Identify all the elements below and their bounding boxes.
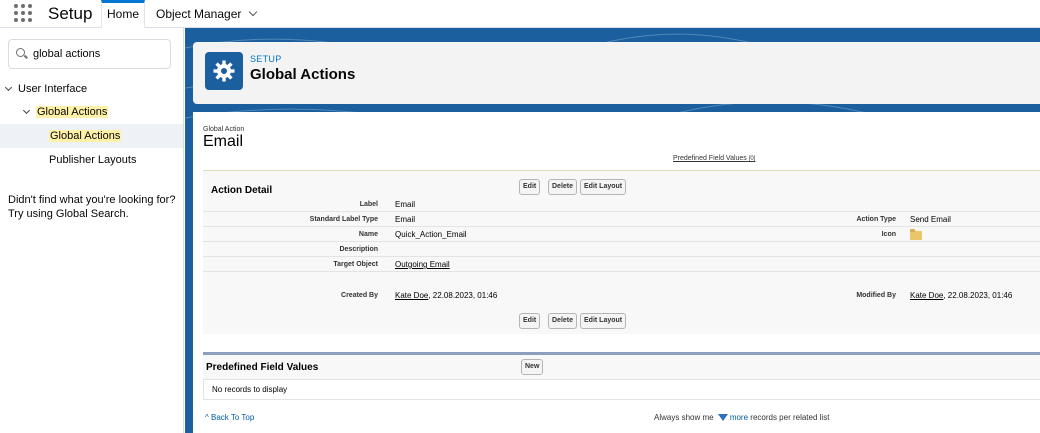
field-label: Description	[339, 246, 378, 253]
field-row-audit: Created By Kate Doe, 22.08.2023, 01:46 M…	[203, 288, 1040, 303]
target-object-link[interactable]: Outgoing Email	[395, 260, 450, 269]
always-suffix: records per related list	[750, 413, 830, 422]
folder-icon	[910, 229, 922, 240]
field-value: Email	[395, 200, 416, 209]
field-row-name: Name Quick_Action_Email Icon	[203, 227, 1040, 242]
quick-find-box[interactable]	[8, 39, 171, 69]
header-eyebrow: SETUP	[250, 54, 282, 64]
field-label: Name	[358, 231, 378, 238]
setup-sidebar: User Interface Global Actions Global Act…	[0, 28, 184, 433]
field-label: Modified By	[856, 292, 896, 299]
field-label: Label	[359, 201, 378, 208]
field-value: Email	[395, 215, 416, 224]
records-per-list-control: Always show me more records per related …	[654, 413, 829, 422]
section-title: Action Detail	[211, 185, 273, 196]
field-row-description: Description	[203, 242, 1040, 257]
created-by-value: Kate Doe, 22.08.2023, 01:46	[395, 291, 497, 300]
field-row-target-object: Target Object Outgoing Email	[203, 257, 1040, 272]
related-list-link[interactable]: Predefined Field Values [0]	[673, 155, 755, 162]
modified-by-user-link[interactable]: Kate Doe	[910, 291, 943, 300]
modified-by-value: Kate Doe, 22.08.2023, 01:46	[910, 291, 1012, 300]
field-label: Standard Label Type	[309, 216, 378, 223]
edit-layout-button[interactable]: Edit Layout	[580, 179, 627, 195]
tab-object-manager[interactable]: Object Manager	[156, 0, 258, 28]
chevron-down-icon[interactable]	[4, 83, 13, 92]
created-date: , 22.08.2023, 01:46	[428, 291, 498, 300]
field-label: Created By	[341, 292, 378, 299]
back-to-top-label: Back To Top	[211, 413, 255, 422]
created-by-user-link[interactable]: Kate Doe	[395, 291, 428, 300]
tree-node-label: Publisher Layouts	[49, 154, 137, 166]
new-button[interactable]: New	[521, 359, 544, 375]
help-text: Didn't find what you're looking for? Try…	[8, 194, 176, 220]
page-header: SETUP Global Actions	[193, 42, 1040, 104]
related-link-label: Predefined Field Values	[673, 155, 747, 162]
app-launcher-icon[interactable]	[14, 4, 32, 22]
always-prefix: Always show me	[654, 413, 714, 422]
record-name: Email	[203, 133, 244, 150]
related-count: [0]	[748, 156, 756, 162]
more-link[interactable]: more	[730, 413, 748, 422]
triangle-down-icon[interactable]	[717, 414, 728, 422]
field-value: Send Email	[910, 215, 951, 224]
tree-node-label: Global Actions	[36, 106, 109, 118]
tab-home[interactable]: Home	[101, 0, 145, 28]
field-label: Icon	[881, 231, 896, 238]
tree-node-global-actions[interactable]: Global Actions	[49, 125, 122, 147]
field-row-standard-label-type: Standard Label Type Email Action Type Se…	[203, 212, 1040, 227]
delete-button[interactable]: Delete	[548, 313, 578, 329]
modified-date: , 22.08.2023, 01:46	[943, 291, 1013, 300]
tree-node-global-actions-folder[interactable]: Global Actions	[22, 101, 109, 123]
chevron-down-icon[interactable]	[249, 7, 258, 17]
search-icon	[16, 48, 25, 57]
tree-node-user-interface[interactable]: User Interface	[4, 78, 88, 100]
global-header: Setup Home Object Manager	[0, 0, 1040, 28]
main-content: SETUP Global Actions Global Action Email…	[185, 28, 1040, 433]
tree-node-label: Global Actions	[49, 130, 122, 142]
related-list-title: Predefined Field Values	[206, 362, 319, 373]
quick-find-input[interactable]	[33, 46, 168, 62]
chevron-down-icon[interactable]	[22, 106, 31, 115]
action-detail-section: Action Detail Edit Delete Edit Layout La…	[203, 170, 1040, 334]
tree-node-publisher-layouts[interactable]: Publisher Layouts	[49, 149, 136, 171]
tree-node-label: User Interface	[18, 83, 88, 95]
app-name: Setup	[48, 4, 93, 23]
field-value: Quick_Action_Email	[395, 230, 467, 239]
record-detail-page: Global Action Email Predefined Field Val…	[193, 112, 1040, 433]
page-title: Global Actions	[250, 66, 356, 83]
tab-object-manager-label: Object Manager	[156, 7, 242, 21]
back-to-top-link[interactable]: ^ Back To Top	[205, 413, 254, 422]
edit-button[interactable]: Edit	[519, 179, 541, 195]
field-label: Action Type	[856, 216, 896, 223]
delete-button[interactable]: Delete	[548, 179, 578, 195]
edit-button[interactable]: Edit	[519, 313, 541, 329]
related-list-empty: No records to display	[203, 379, 1040, 400]
edit-layout-button[interactable]: Edit Layout	[580, 313, 627, 329]
empty-message: No records to display	[212, 385, 288, 394]
caret-up-icon: ^	[205, 413, 209, 422]
field-label: Target Object	[333, 261, 378, 268]
related-list-predefined-field-values: Predefined Field Values New No records t…	[203, 352, 1040, 400]
field-row-label: Label Email	[203, 197, 1040, 212]
setup-gear-icon	[205, 52, 243, 90]
record-type-label: Global Action	[203, 126, 245, 133]
